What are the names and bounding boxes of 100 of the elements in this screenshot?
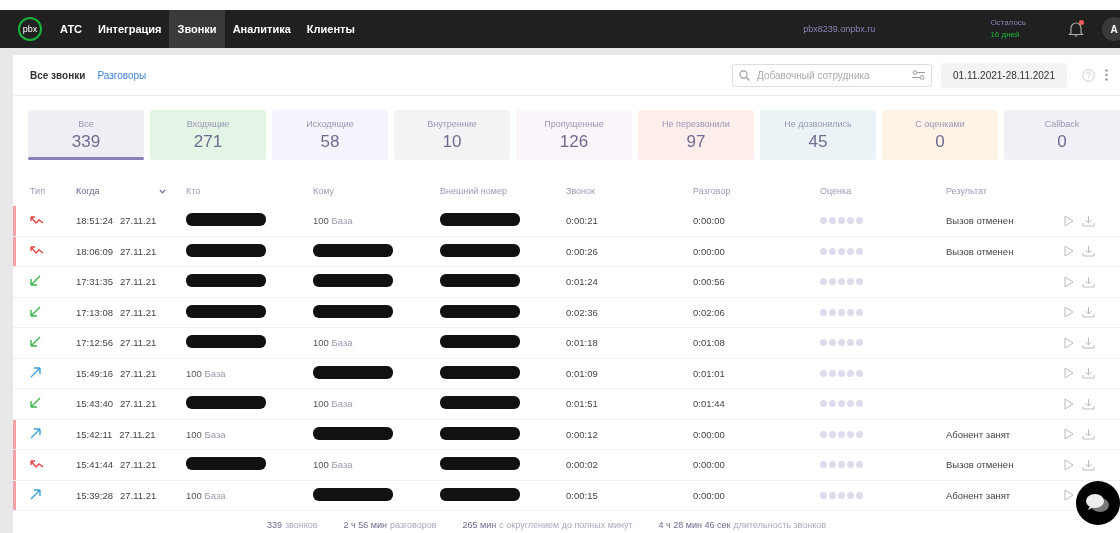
sub-tab[interactable]: Разговоры <box>97 69 147 81</box>
stat-count: 97 <box>686 131 706 152</box>
stat-label: Входящие <box>186 118 230 129</box>
remaining-label: Осталось <box>990 17 1026 29</box>
play-icon[interactable] <box>1064 458 1074 471</box>
nav-tab[interactable]: Звонки <box>169 10 225 48</box>
column-header[interactable]: Звонок <box>566 186 596 196</box>
summary-label: звонков <box>284 520 318 530</box>
outgoing-call-icon <box>30 366 41 378</box>
nav-tab[interactable]: Интеграция <box>90 10 170 48</box>
stat-card[interactable]: Внутренние 10 <box>394 110 510 160</box>
date-cell: 27.11.21 <box>120 245 157 257</box>
bell-icon[interactable] <box>1068 20 1084 38</box>
talk-duration: 0:00:00 <box>693 459 725 471</box>
download-icon[interactable] <box>1082 245 1095 258</box>
column-header[interactable]: Тип <box>30 186 45 196</box>
stat-card[interactable]: Все 339 <box>28 110 144 160</box>
talk-duration: 0:01:44 <box>693 398 725 410</box>
date-range-picker[interactable]: 01.11.2021-28.11.2021 <box>941 62 1067 88</box>
remaining-days: 16 дней <box>990 29 1026 41</box>
summary-label: разговоров <box>389 520 437 530</box>
play-icon[interactable] <box>1064 275 1074 288</box>
column-header[interactable]: Кому <box>313 186 335 196</box>
call-duration: 0:00:12 <box>566 428 598 440</box>
play-icon[interactable] <box>1064 245 1074 258</box>
download-icon[interactable] <box>1082 367 1095 380</box>
download-icon[interactable] <box>1082 306 1095 319</box>
stat-label: Все <box>78 118 94 129</box>
play-icon[interactable] <box>1064 306 1074 319</box>
column-header[interactable]: Внешний номер <box>440 186 507 196</box>
summary-label: с округлением до полных минут <box>499 520 633 530</box>
stat-count: 58 <box>320 131 340 152</box>
nav-tab[interactable]: АТС <box>52 10 91 48</box>
talk-duration: 0:01:01 <box>693 367 725 379</box>
play-icon[interactable] <box>1064 336 1074 349</box>
time-cell: 17:31:35 <box>76 276 113 288</box>
date-cell: 27.11.21 <box>119 428 156 440</box>
stat-count: 0 <box>1057 131 1067 152</box>
talk-duration: 0:00:00 <box>693 245 725 257</box>
play-icon[interactable] <box>1064 428 1074 441</box>
talk-duration: 0:00:56 <box>693 276 725 288</box>
nav-tab[interactable]: Клиенты <box>298 10 363 48</box>
help-icon[interactable] <box>1082 68 1095 82</box>
stat-card[interactable]: С оценками 0 <box>882 110 998 160</box>
extension-text: 100 База <box>313 215 353 227</box>
stat-count: 10 <box>442 131 462 152</box>
extension-text: 100 База <box>186 367 226 379</box>
logo[interactable]: pbx <box>18 17 42 41</box>
chat-button[interactable] <box>1076 481 1120 525</box>
play-icon[interactable] <box>1064 214 1074 227</box>
download-icon[interactable] <box>1082 214 1095 227</box>
stat-card[interactable]: Входящие 271 <box>150 110 266 160</box>
stat-label: Пропущенные <box>544 118 604 129</box>
time-cell: 17:12:56 <box>76 337 113 349</box>
download-icon[interactable] <box>1082 458 1095 471</box>
sub-tab[interactable]: Все звонки <box>30 69 86 81</box>
incoming-call-icon <box>30 275 41 287</box>
stat-label: Callback <box>1044 118 1080 129</box>
download-icon[interactable] <box>1082 336 1095 349</box>
stat-label: Исходящие <box>306 118 354 129</box>
date-cell: 27.11.21 <box>120 459 157 471</box>
talk-duration: 0:00:00 <box>693 428 725 440</box>
nav-tab[interactable]: Аналитика <box>224 10 299 48</box>
stat-count: 0 <box>935 131 945 152</box>
stat-card[interactable]: Пропущенные 126 <box>516 110 632 160</box>
column-header[interactable]: Кто <box>186 186 201 196</box>
search-icon[interactable] <box>739 69 751 81</box>
download-icon[interactable] <box>1082 275 1095 288</box>
download-icon[interactable] <box>1082 428 1095 441</box>
date-cell: 27.11.21 <box>120 367 157 379</box>
stat-card[interactable]: Callback 0 <box>1004 110 1120 160</box>
result-cell: Абонент занят <box>946 489 1011 501</box>
filter-icon[interactable] <box>912 70 926 80</box>
stat-card[interactable]: Не перезвонили 97 <box>638 110 754 160</box>
time-cell: 15:49:16 <box>76 367 113 379</box>
outgoing-call-icon <box>30 427 41 439</box>
play-icon[interactable] <box>1064 367 1074 380</box>
call-duration: 0:00:02 <box>566 459 598 471</box>
column-header[interactable]: Результат <box>946 186 987 196</box>
download-icon[interactable] <box>1082 397 1095 410</box>
column-header[interactable]: Разговор <box>693 186 731 196</box>
call-duration: 0:00:21 <box>566 215 598 227</box>
search-field[interactable]: Добавочный сотрудника <box>732 63 933 87</box>
play-icon[interactable] <box>1064 489 1074 502</box>
summary-value: 4 ч 28 мин 46 сек <box>658 520 731 530</box>
stat-card[interactable]: Исходящие 58 <box>272 110 388 160</box>
time-cell: 15:39:28 <box>76 489 113 501</box>
chevron-down-icon[interactable] <box>159 188 166 194</box>
column-header[interactable]: Когда <box>76 186 100 196</box>
play-icon[interactable] <box>1064 397 1074 410</box>
more-icon[interactable] <box>1105 69 1108 81</box>
summary-value: 339 <box>266 520 282 530</box>
stat-card[interactable]: Не дозвонились 45 <box>760 110 876 160</box>
column-header[interactable]: Оценка <box>820 186 852 196</box>
user-avatar[interactable]: A <box>1102 17 1120 41</box>
stat-label: Внутренние <box>427 118 477 129</box>
time-cell: 15:41:44 <box>76 459 113 471</box>
extension-text: 100 База <box>313 337 353 349</box>
outgoing-call-icon <box>30 488 41 500</box>
date-cell: 27.11.21 <box>120 337 157 349</box>
